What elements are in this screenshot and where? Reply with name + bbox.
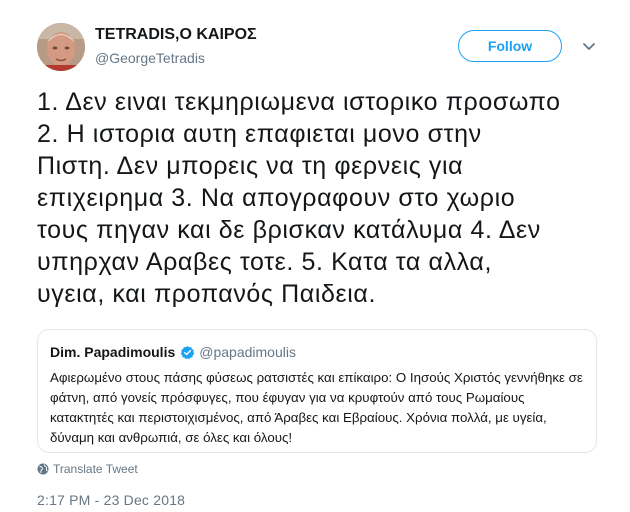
translate-tweet-label: Translate Tweet (53, 462, 138, 476)
quoted-tweet-text: Αφιερωμένο στους πάσης φύσεως ρατσιστές … (50, 370, 583, 445)
tweet-timestamp[interactable]: 2:17 PM - 23 Dec 2018 (37, 492, 185, 508)
chevron-down-icon[interactable] (581, 40, 597, 54)
avatar-image (37, 23, 85, 71)
quoted-author-name: Dim. Papadimoulis (50, 344, 176, 360)
author-handle[interactable]: @GeorgeTetradis (95, 50, 205, 66)
author-name[interactable]: TETRADIS,Ο ΚΑΙΡΟΣ (95, 26, 257, 44)
tweet-text-line: υπηρχαν Αραβες τοτε. 5. Κατα τα αλλα, (37, 248, 492, 276)
follow-button[interactable]: Follow (458, 30, 562, 62)
quoted-tweet-header: Dim. Papadimoulis @papadimoulis (50, 343, 584, 361)
tweet-text-line: 2. Η ιστορια αυτη επαφιεται μονο στην (37, 120, 482, 148)
verified-badge-icon (180, 345, 195, 359)
quoted-author-handle: @papadimoulis (199, 344, 296, 360)
tweet-text-line: 1. Δεν ειναι τεκμηριωμενα ιστορικο προσω… (37, 88, 561, 116)
tweet-text-line: Πιστη. Δεν μπορεις να τη φερνεις για (37, 152, 464, 180)
tweet-text: 1. Δεν ειναι τεκμηριωμενα ιστορικο προσω… (37, 86, 612, 310)
quoted-tweet[interactable]: Dim. Papadimoulis @papadimoulis Αφιερωμέ… (37, 329, 597, 453)
translate-tweet-link[interactable]: Translate Tweet (37, 462, 138, 476)
tweet-text-line: υγεια, και προπανός Παιδεια. (37, 280, 377, 308)
globe-icon (37, 463, 49, 475)
avatar[interactable] (37, 23, 85, 71)
tweet-text-line: τους πηγαν και δε βρισκαν κατάλυμα 4. Δε… (37, 216, 541, 244)
tweet-text-line: επιχειρημα 3. Να απογραφουν στο χωριο (37, 184, 516, 212)
